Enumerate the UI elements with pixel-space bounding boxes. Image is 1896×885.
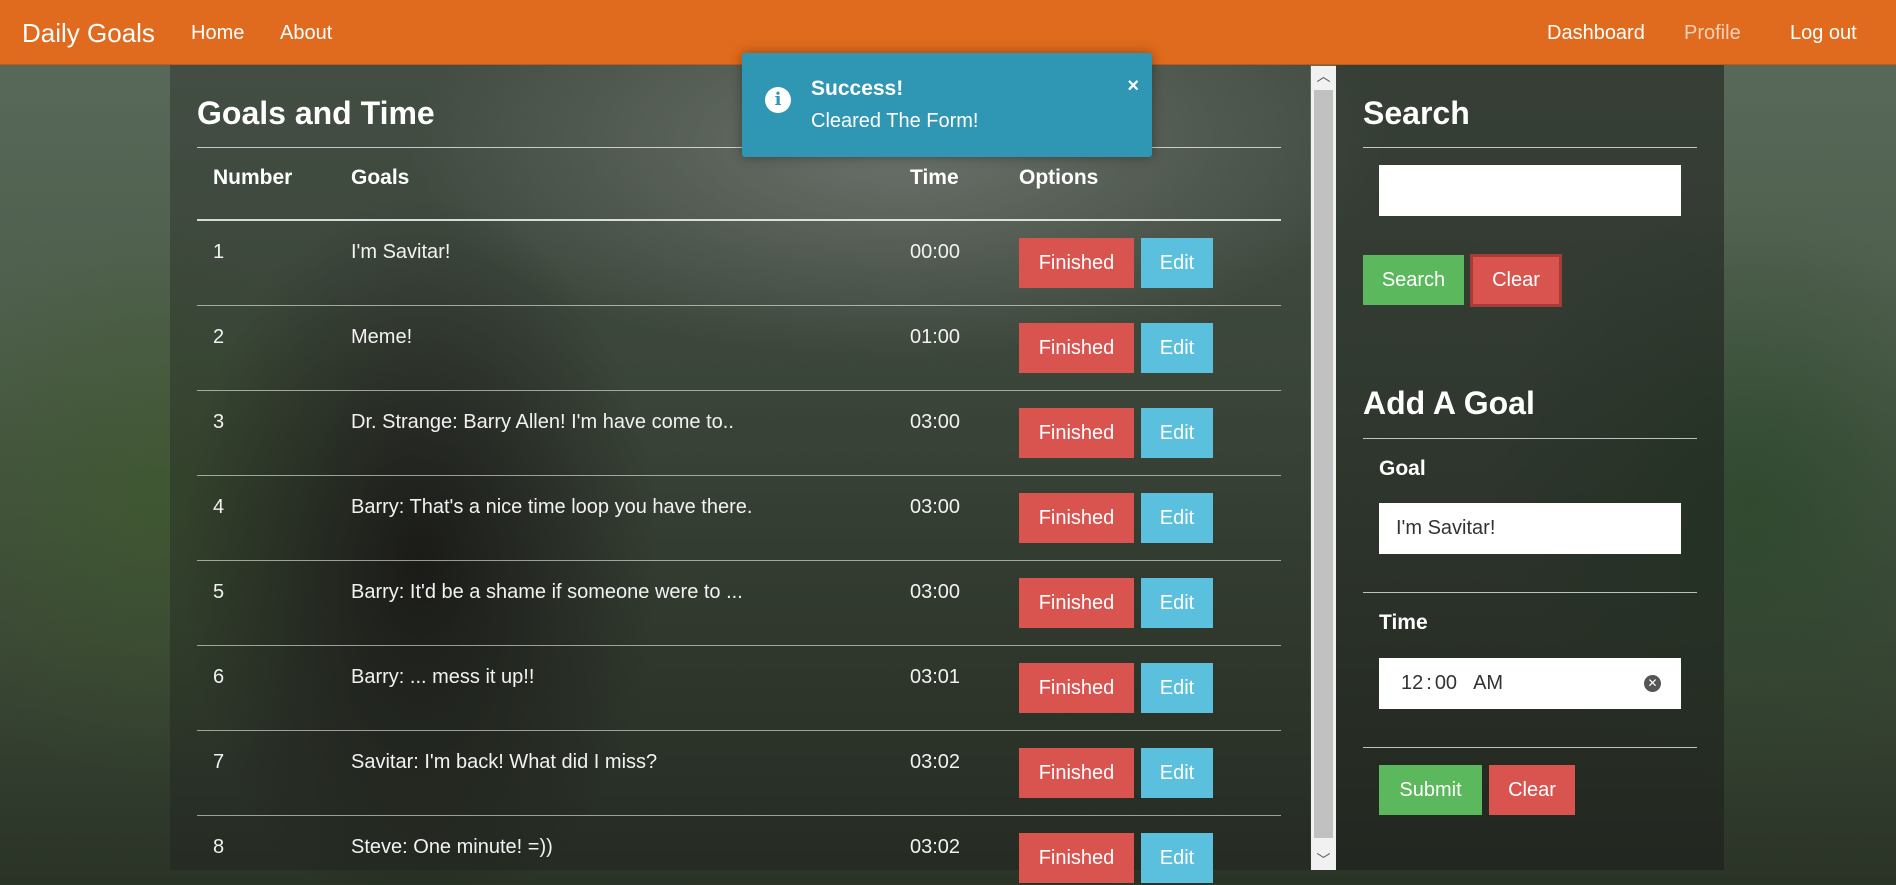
finished-button[interactable]: Finished xyxy=(1019,238,1134,288)
row-time: 03:00 xyxy=(910,581,961,603)
edit-button[interactable]: Edit xyxy=(1141,833,1213,883)
table-row: 3 Dr. Strange: Barry Allen! I'm have come… xyxy=(197,390,1281,475)
nav-logout-link[interactable]: Log out xyxy=(1790,22,1857,45)
table-row: 8 Steve: One minute! =)) 03:02 Finished Edit xyxy=(197,815,1281,885)
row-time: 03:01 xyxy=(910,666,961,688)
search-title: Search xyxy=(1363,95,1470,131)
goal-input[interactable]: I'm Savitar! xyxy=(1379,503,1681,554)
search-divider xyxy=(1363,147,1697,148)
row-goal: Dr. Strange: Barry Allen! I'm have come … xyxy=(351,411,734,433)
row-number: 4 xyxy=(213,496,225,518)
row-time: 03:00 xyxy=(910,496,961,518)
row-number: 6 xyxy=(213,666,225,688)
time-separator: : xyxy=(1426,672,1432,694)
row-goal: I'm Savitar! xyxy=(351,241,451,263)
row-number: 3 xyxy=(213,411,225,433)
edit-button[interactable]: Edit xyxy=(1141,748,1213,798)
header-time: Time xyxy=(910,166,959,189)
finished-button[interactable]: Finished xyxy=(1019,493,1134,543)
row-divider xyxy=(197,645,1281,646)
row-time: 03:00 xyxy=(910,411,961,433)
toast-title: Success! xyxy=(811,77,904,100)
time-input[interactable]: 12 : 00 AM ✕ xyxy=(1379,658,1681,709)
goal-label: Goal xyxy=(1379,457,1426,480)
scroll-thumb[interactable] xyxy=(1314,90,1333,838)
add-goal-divider xyxy=(1363,438,1697,439)
time-minute[interactable]: 00 xyxy=(1435,672,1457,695)
brand-link[interactable]: Daily Goals xyxy=(22,18,155,49)
row-number: 1 xyxy=(213,241,225,263)
row-goal: Savitar: I'm back! What did I miss? xyxy=(351,751,658,773)
finished-button[interactable]: Finished xyxy=(1019,323,1134,373)
row-divider xyxy=(197,390,1281,391)
row-divider xyxy=(197,560,1281,561)
table-row: 5 Barry: It'd be a shame if someone were … xyxy=(197,560,1281,645)
finished-button[interactable]: Finished xyxy=(1019,748,1134,798)
row-goal: Steve: One minute! =)) xyxy=(351,836,553,858)
row-divider xyxy=(197,730,1281,731)
header-number: Number xyxy=(213,166,293,189)
table-row: 2 Meme! 01:00 Finished Edit xyxy=(197,305,1281,390)
table-row: 1 I'm Savitar! 00:00 Finished Edit xyxy=(197,220,1281,305)
toast-message: Cleared The Form! xyxy=(811,110,979,132)
table-scrollbar[interactable]: ︿ ﹀ xyxy=(1311,66,1336,870)
nav-about-link[interactable]: About xyxy=(280,22,332,45)
time-ampm[interactable]: AM xyxy=(1473,672,1503,695)
table-row: 7 Savitar: I'm back! What did I miss? 03:0… xyxy=(197,730,1281,815)
finished-button[interactable]: Finished xyxy=(1019,408,1134,458)
goals-title: Goals and Time xyxy=(197,95,435,131)
edit-button[interactable]: Edit xyxy=(1141,493,1213,543)
search-clear-button[interactable]: Clear xyxy=(1470,254,1562,307)
edit-button[interactable]: Edit xyxy=(1141,578,1213,628)
scroll-up-icon[interactable]: ︿ xyxy=(1311,66,1336,86)
success-toast: i Success! Cleared The Form! × xyxy=(742,53,1152,157)
row-goal: Barry: That's a nice time loop you have … xyxy=(351,496,753,518)
time-label: Time xyxy=(1379,611,1428,634)
submit-button[interactable]: Submit xyxy=(1379,765,1482,815)
edit-button[interactable]: Edit xyxy=(1141,323,1213,373)
table-row: 4 Barry: That's a nice time loop you have… xyxy=(197,475,1281,560)
row-goal: Barry: It'd be a shame if someone were t… xyxy=(351,581,743,603)
nav-dashboard-link[interactable]: Dashboard xyxy=(1547,22,1645,45)
row-divider xyxy=(197,475,1281,476)
finished-button[interactable]: Finished xyxy=(1019,663,1134,713)
row-divider xyxy=(197,305,1281,306)
nav-home-link[interactable]: Home xyxy=(191,22,244,45)
edit-button[interactable]: Edit xyxy=(1141,663,1213,713)
row-goal: Meme! xyxy=(351,326,413,348)
time-clear-icon[interactable]: ✕ xyxy=(1644,675,1661,692)
row-divider xyxy=(197,815,1281,816)
row-goal: Barry: ... mess it up!! xyxy=(351,666,535,688)
header-goals: Goals xyxy=(351,166,410,189)
info-icon: i xyxy=(765,87,791,113)
row-number: 2 xyxy=(213,326,225,348)
search-input[interactable] xyxy=(1379,165,1681,216)
side-panel: Search Search Clear Add A Goal Goal I'm … xyxy=(1336,65,1724,870)
close-icon[interactable]: × xyxy=(1127,75,1139,98)
nav-profile-link[interactable]: Profile xyxy=(1684,22,1741,45)
time-hour[interactable]: 12 xyxy=(1401,672,1423,695)
row-time: 01:00 xyxy=(910,326,961,348)
edit-button[interactable]: Edit xyxy=(1141,408,1213,458)
finished-button[interactable]: Finished xyxy=(1019,578,1134,628)
table-row: 6 Barry: ... mess it up!! 03:01 Finished Edi… xyxy=(197,645,1281,730)
header-options: Options xyxy=(1019,166,1099,189)
row-number: 5 xyxy=(213,581,225,603)
goals-panel: Goals and Time Number Goals Time Options… xyxy=(170,65,1310,883)
add-goal-clear-button[interactable]: Clear xyxy=(1489,765,1575,815)
edit-button[interactable]: Edit xyxy=(1141,238,1213,288)
row-time: 03:02 xyxy=(910,836,961,858)
add-goal-title: Add A Goal xyxy=(1363,385,1535,421)
row-number: 8 xyxy=(213,836,225,858)
search-button[interactable]: Search xyxy=(1363,255,1464,305)
time-divider xyxy=(1363,747,1697,748)
scroll-down-icon[interactable]: ﹀ xyxy=(1311,850,1336,870)
finished-button[interactable]: Finished xyxy=(1019,833,1134,883)
row-time: 00:00 xyxy=(910,241,961,263)
row-number: 7 xyxy=(213,751,225,773)
row-time: 03:02 xyxy=(910,751,961,773)
goal-divider xyxy=(1363,592,1697,593)
